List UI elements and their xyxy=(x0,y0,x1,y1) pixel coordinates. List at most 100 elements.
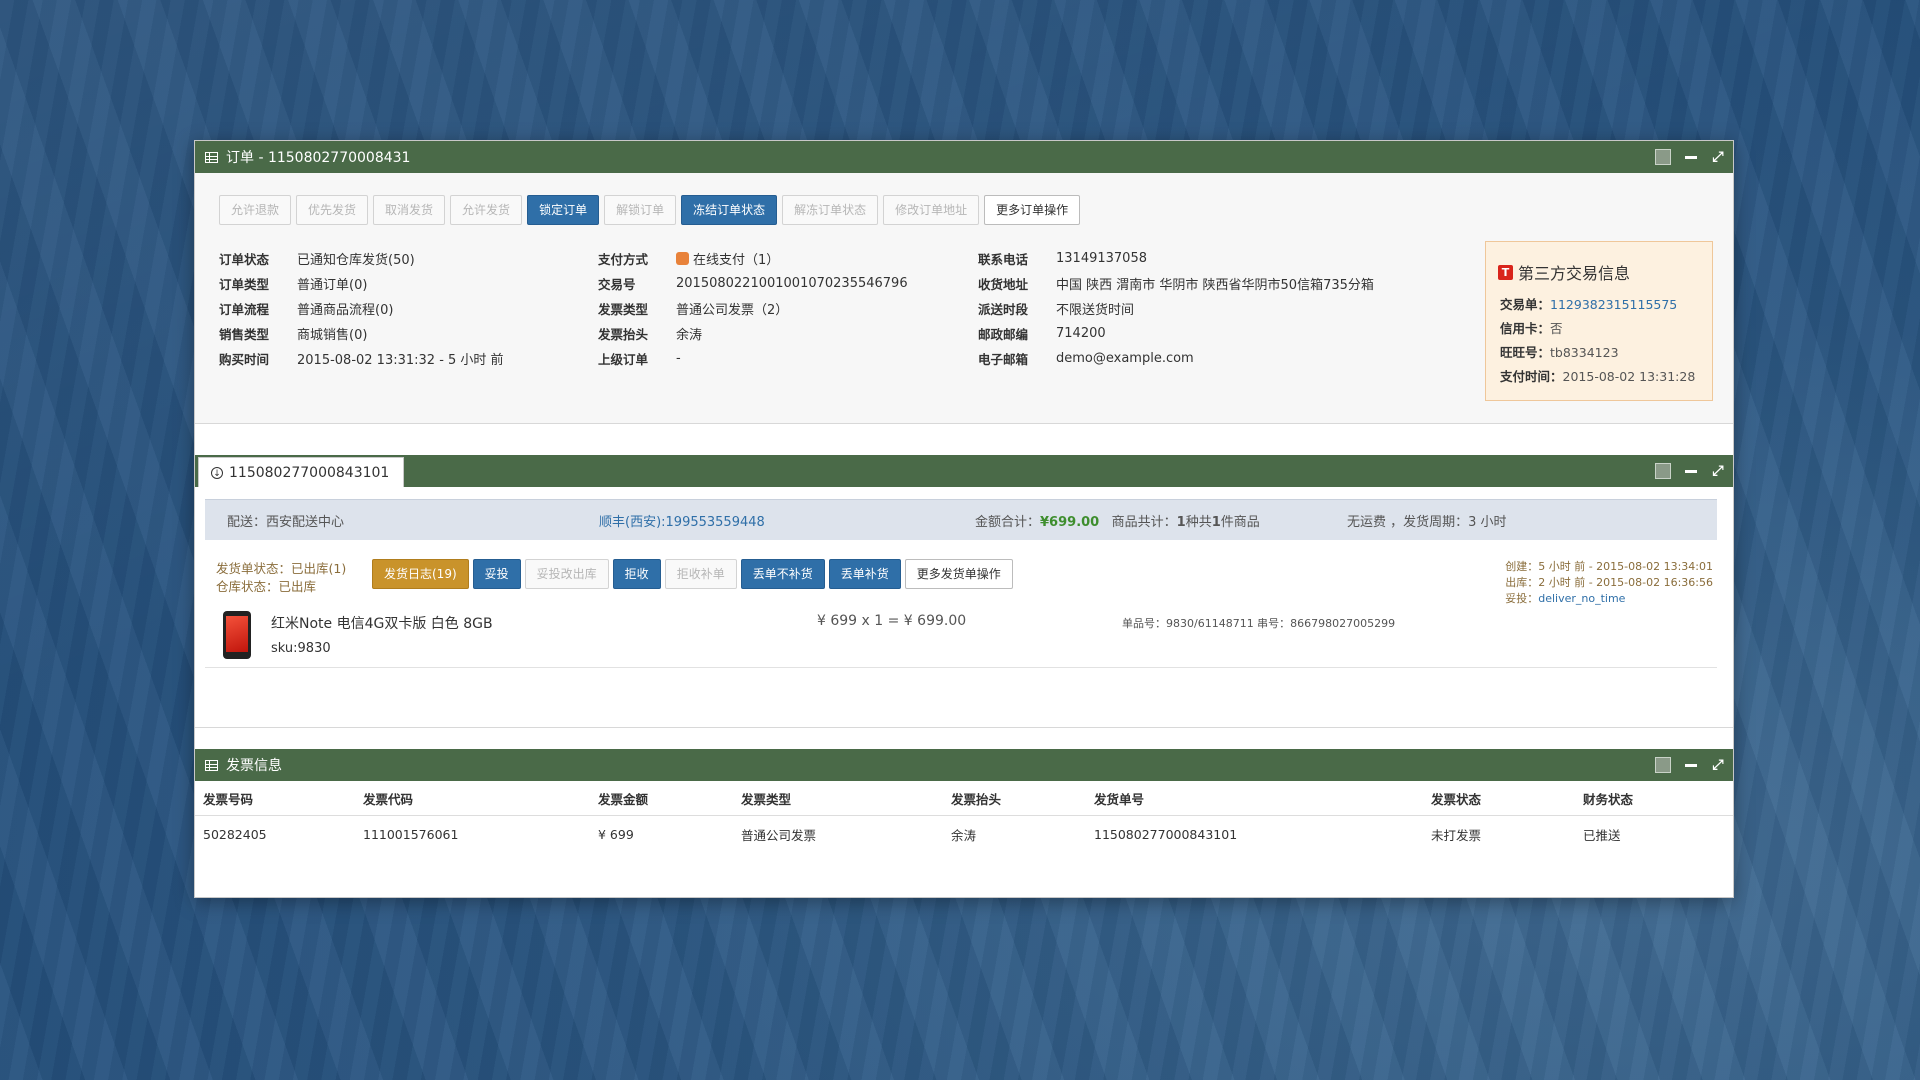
wangwang-label: 旺旺号： xyxy=(1500,345,1551,360)
table-cell: 已推送 xyxy=(1583,827,1621,843)
info-label: 派送时段 xyxy=(978,302,1029,317)
shipment-tab[interactable]: ↓ 115080277000843101 xyxy=(198,457,405,487)
info-row: 订单类型 普通订单(0) xyxy=(219,271,504,296)
order-title-text: 订单 - 1150802770008431 xyxy=(226,150,411,166)
third-party-trade: 交易单：1129382315115575 xyxy=(1500,294,1677,313)
info-row: 订单状态 已通知仓库发货(50) xyxy=(219,246,504,271)
order-info-col2: 支付方式 在线支付（1） 交易号 2015080221001001070235546… xyxy=(598,246,908,371)
minimize-icon[interactable] xyxy=(1685,763,1697,767)
lost-no-restock-button[interactable]: 丢单不补货 xyxy=(740,559,825,589)
invoice-panel-header: 发票信息 ⤢ xyxy=(195,749,1733,781)
expand-icon[interactable]: ⤢ xyxy=(1711,464,1725,478)
info-value: - xyxy=(676,351,681,366)
priority-ship-button[interactable]: 优先发货 xyxy=(296,195,369,225)
third-party-pay-time: 支付时间：2015-08-02 13:31:28 xyxy=(1500,366,1695,385)
invoice-title-text: 发票信息 xyxy=(226,758,282,774)
table-row: 50282405 111001576061 ¥ 699 普通公司发票 余涛 11… xyxy=(195,816,1733,853)
info-row: 销售类型 商城销售(0) xyxy=(219,321,504,346)
product-row: 红米Note 电信4G双卡版 白色 8GB sku:9830 ¥ 699 x 1… xyxy=(205,601,1717,668)
info-row: 支付方式 在线支付（1） xyxy=(598,246,908,271)
unfreeze-order-button[interactable]: 解冻订单状态 xyxy=(782,195,879,225)
ship-log-button[interactable]: 发货日志(19) xyxy=(372,559,469,589)
info-value: 13149137058 xyxy=(1056,251,1147,266)
info-row: 交易号 2015080221001001070235546796 xyxy=(598,271,908,296)
product-image xyxy=(223,611,251,659)
third-party-credit: 信用卡：否 xyxy=(1500,318,1563,337)
panel-color-icon[interactable] xyxy=(1655,149,1671,165)
info-label: 上级订单 xyxy=(598,352,649,367)
info-label: 订单类型 xyxy=(219,277,270,292)
amount-value: ¥699.00 xyxy=(1040,515,1100,530)
expand-icon[interactable]: ⤢ xyxy=(1711,758,1725,772)
order-title: 订单 - 1150802770008431 xyxy=(195,147,410,167)
panel-color-icon[interactable] xyxy=(1655,757,1671,773)
goods-kinds: 1 xyxy=(1176,515,1186,530)
panel-color-icon[interactable] xyxy=(1655,463,1671,479)
lost-restock-button[interactable]: 丢单补货 xyxy=(828,559,901,589)
created-time: 创建：5 小时 前 - 2015-08-02 13:34:01 xyxy=(1505,560,1713,573)
info-value: 714200 xyxy=(1056,326,1106,341)
allow-refund-button[interactable]: 允许退款 xyxy=(219,195,292,225)
wangwang-value: tb8334123 xyxy=(1550,345,1619,360)
product-price: ¥ 699 x 1 = ¥ 699.00 xyxy=(817,613,967,629)
cancel-ship-button[interactable]: 取消发货 xyxy=(373,195,446,225)
expand-icon[interactable]: ⤢ xyxy=(1711,150,1725,164)
info-value: demo@example.com xyxy=(1056,351,1194,366)
delivery-center: 配送：西安配送中心 xyxy=(227,515,345,530)
grid-icon xyxy=(205,759,218,771)
third-party-title-text: 第三方交易信息 xyxy=(1518,264,1631,283)
order-action-buttons: 允许退款 优先发货 取消发货 允许发货 锁定订单 解锁订单 冻结订单状态 解冻订… xyxy=(219,195,1081,225)
warehouse-status-line: 仓库状态：已出库 xyxy=(216,579,317,594)
lock-order-button[interactable]: 锁定订单 xyxy=(527,195,600,225)
table-cell: 普通公司发票 xyxy=(741,827,817,843)
info-label: 电子邮箱 xyxy=(978,352,1029,367)
minimize-icon[interactable] xyxy=(1685,469,1697,473)
order-window: 订单 - 1150802770008431 ⤢ 允许退款 优先发货 取消发货 允… xyxy=(194,140,1734,898)
product-name[interactable]: 红米Note 电信4G双卡版 白色 8GB xyxy=(271,613,493,633)
reject-reorder-button[interactable]: 拒收补单 xyxy=(664,559,737,589)
info-row: 发票类型 普通公司发票（2） xyxy=(598,296,908,321)
info-value: 余涛 xyxy=(676,328,703,343)
invoice-table: 发票号码 发票代码 发票金额 发票类型 发票抬头 发货单号 发票状态 财务状态 … xyxy=(195,781,1733,852)
shipment-status-line: 发货单状态：已出库(1) xyxy=(216,561,347,576)
courier-tracking-link[interactable]: 顺丰(西安):199553559448 xyxy=(599,511,765,530)
more-shipment-actions-button[interactable]: 更多发货单操作 xyxy=(904,559,1013,589)
minimize-icon[interactable] xyxy=(1685,155,1697,159)
shipment-panel-controls: ⤢ xyxy=(1655,455,1725,487)
info-row: 联系电话 13149137058 xyxy=(978,246,1374,271)
invoice-panel: 发票信息 ⤢ 发票号码 发票代码 发票金额 发票类型 发票抬头 发货单号 发票状… xyxy=(195,749,1733,897)
column-header: 发票抬头 xyxy=(951,781,1094,816)
outbound-time: 出库：2 小时 前 - 2015-08-02 16:36:56 xyxy=(1505,576,1713,589)
info-label: 支付方式 xyxy=(598,252,649,267)
more-order-actions-button[interactable]: 更多订单操作 xyxy=(984,195,1081,225)
trade-link[interactable]: 1129382315115575 xyxy=(1550,297,1677,312)
invoice-panel-controls: ⤢ xyxy=(1655,749,1725,781)
info-value: 2015080221001001070235546796 xyxy=(676,276,908,291)
column-header: 发票类型 xyxy=(741,781,951,816)
allow-ship-button[interactable]: 允许发货 xyxy=(450,195,523,225)
pay-time-value: 2015-08-02 13:31:28 xyxy=(1562,369,1696,384)
info-label: 收货地址 xyxy=(978,277,1029,292)
amount-summary: 金额合计：¥699.00 商品共计：1种共1件商品 xyxy=(975,511,1260,530)
info-row: 邮政邮编 714200 xyxy=(978,321,1374,346)
column-header: 发货单号 xyxy=(1094,781,1431,816)
order-info-col1: 订单状态 已通知仓库发货(50) 订单类型 普通订单(0) 订单流程 普通商品流程(0… xyxy=(219,246,504,371)
delivered-button[interactable]: 妥投 xyxy=(472,559,521,589)
info-label: 联系电话 xyxy=(978,252,1029,267)
info-label: 交易号 xyxy=(598,277,636,292)
goods-count: 1 xyxy=(1211,515,1221,530)
third-party-title: T 第三方交易信息 xyxy=(1498,260,1630,284)
info-label: 销售类型 xyxy=(219,327,270,342)
reject-button[interactable]: 拒收 xyxy=(612,559,661,589)
freeze-order-button[interactable]: 冻结订单状态 xyxy=(681,195,778,225)
edit-address-button[interactable]: 修改订单地址 xyxy=(883,195,980,225)
delivered-to-outbound-button[interactable]: 妥投改出库 xyxy=(524,559,609,589)
column-header: 发票号码 xyxy=(195,781,363,816)
unlock-order-button[interactable]: 解锁订单 xyxy=(604,195,677,225)
info-value: 在线支付（1） xyxy=(693,253,780,268)
info-label: 订单流程 xyxy=(219,302,270,317)
shipment-action-buttons: 发货日志(19) 妥投 妥投改出库 拒收 拒收补单 丢单不补货 丢单补货 更多发… xyxy=(372,559,1013,589)
invoice-title: 发票信息 xyxy=(195,755,282,775)
info-value: 普通商品流程(0) xyxy=(297,303,394,318)
order-panel-controls: ⤢ xyxy=(1655,141,1725,173)
